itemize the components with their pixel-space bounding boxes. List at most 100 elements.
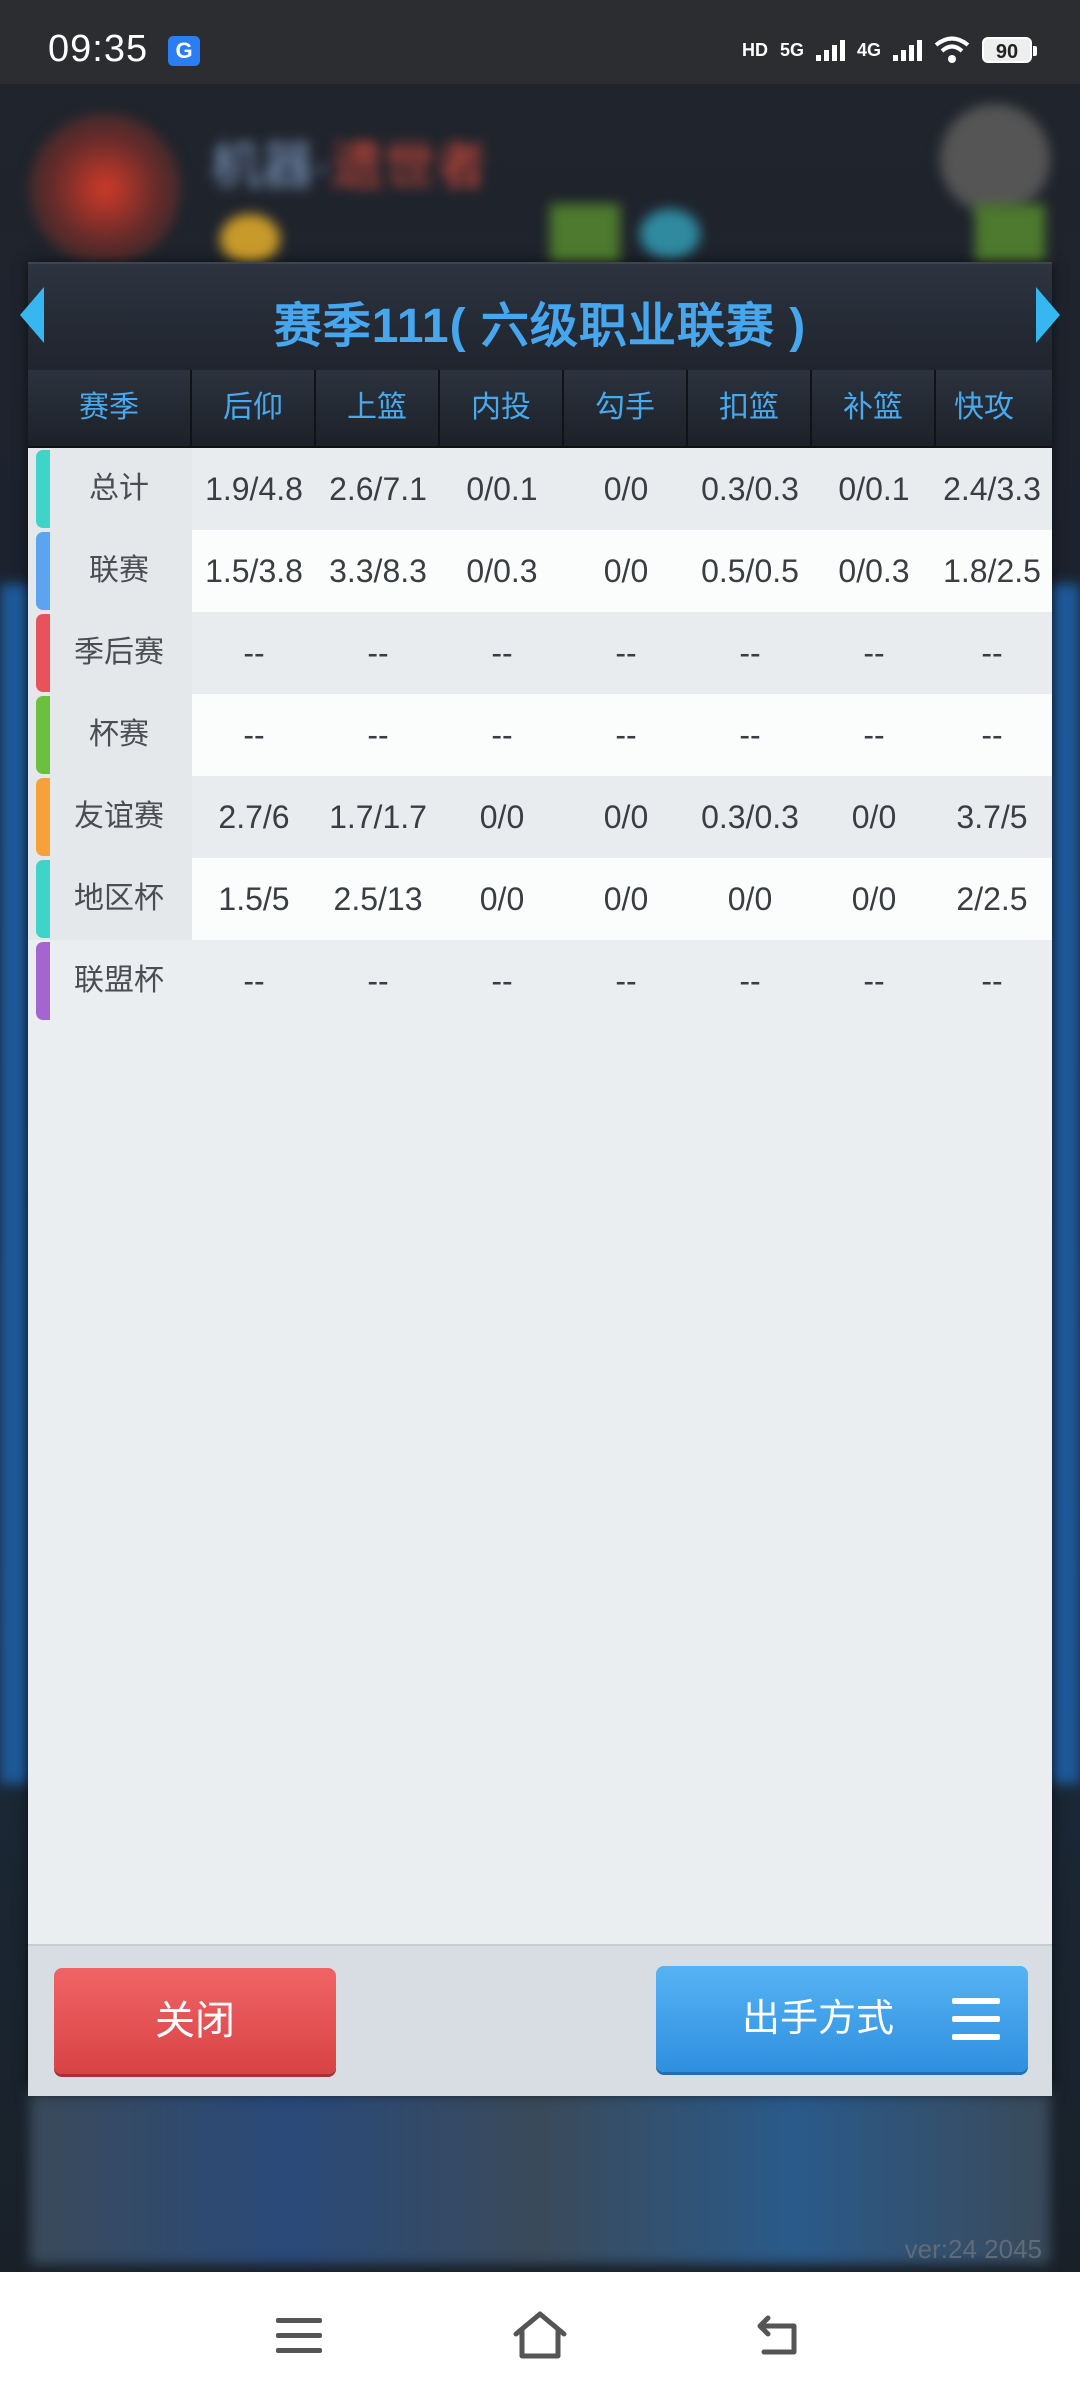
table-cell: 0/0 bbox=[851, 881, 897, 917]
team-emblem bbox=[30, 114, 180, 264]
next-season-arrow-icon[interactable] bbox=[1036, 287, 1060, 343]
table-cell: -- bbox=[243, 635, 265, 671]
table-cell: 0/0 bbox=[479, 799, 525, 835]
team-title: 机器·遗世者 bbox=[210, 124, 487, 199]
table-cell: -- bbox=[243, 717, 265, 753]
status-indicators: HD 5G 4G 90 bbox=[741, 30, 1037, 70]
hd-icon: HD bbox=[741, 39, 768, 60]
table-cell: -- bbox=[243, 963, 265, 999]
row-color-marker bbox=[36, 778, 50, 856]
bg-side-right bbox=[1050, 584, 1080, 1784]
table-cell: 2.6/7.1 bbox=[329, 471, 427, 507]
table-cell: 2/2.5 bbox=[956, 881, 1028, 917]
table-cell: -- bbox=[981, 635, 1003, 671]
table-cell: -- bbox=[739, 717, 761, 753]
row-label: 杯赛 bbox=[28, 694, 192, 776]
system-nav-bar bbox=[0, 2272, 1080, 2400]
menu-icon bbox=[952, 1998, 1000, 2040]
header-hook: 勾手 bbox=[564, 370, 688, 446]
table-cell: 2.7/6 bbox=[218, 799, 290, 835]
table-cell: 0.3/0.3 bbox=[701, 471, 799, 507]
shot-stats-table: 赛季 后仰 上篮 内投 勾手 扣篮 补篮 快攻 总计 1.9/4.8 2.6/7… bbox=[28, 370, 1052, 1022]
shot-method-label: 出手方式 bbox=[742, 1998, 895, 2040]
table-cell: -- bbox=[981, 717, 1003, 753]
table-cell: -- bbox=[615, 635, 637, 671]
table-cell: 1.7/1.7 bbox=[329, 799, 427, 835]
table-cell: -- bbox=[491, 717, 513, 753]
app-notification-icon: G bbox=[168, 36, 200, 66]
battery-icon: 90 bbox=[982, 37, 1037, 63]
row-label: 季后赛 bbox=[28, 612, 192, 694]
table-cell: 1.8/2.5 bbox=[943, 553, 1041, 589]
row-color-marker bbox=[36, 614, 50, 692]
header-putback: 补篮 bbox=[812, 370, 936, 446]
table-cell: -- bbox=[491, 635, 513, 671]
row-label: 总计 bbox=[28, 448, 192, 530]
table-row: 联赛 1.5/3.8 3.3/8.3 0/0.3 0/0 0.5/0.5 0/0… bbox=[28, 530, 1052, 612]
add-button-bg-2 bbox=[975, 204, 1045, 264]
table-cell: -- bbox=[367, 717, 389, 753]
table-cell: 0/0 bbox=[851, 799, 897, 835]
table-cell: 0/0 bbox=[603, 799, 649, 835]
header-fastbreak: 快攻 bbox=[954, 391, 1014, 424]
shot-method-button[interactable]: 出手方式 bbox=[656, 1966, 1028, 2072]
table-cell: -- bbox=[615, 717, 637, 753]
add-button-bg bbox=[550, 204, 620, 264]
table-cell: 3.7/5 bbox=[956, 799, 1028, 835]
table-cell: -- bbox=[367, 963, 389, 999]
row-color-marker bbox=[36, 450, 50, 528]
table-row: 联盟杯 -- -- -- -- -- -- -- bbox=[28, 940, 1052, 1022]
bg-side-left bbox=[0, 584, 30, 1784]
network-4g-label: 4G bbox=[856, 39, 881, 60]
table-cell: 1.5/5 bbox=[218, 881, 290, 917]
table-cell: -- bbox=[863, 635, 885, 671]
table-row: 友谊赛 2.7/6 1.7/1.7 0/0 0/0 0.3/0.3 0/0 3.… bbox=[28, 776, 1052, 858]
table-cell: 0/0 bbox=[603, 471, 649, 507]
table-row: 地区杯 1.5/5 2.5/13 0/0 0/0 0/0 0/0 2/2.5 bbox=[28, 858, 1052, 940]
team-title-name: 遗世者 bbox=[331, 138, 488, 196]
close-button[interactable]: 关闭 bbox=[54, 1968, 336, 2074]
table-cell: 0.5/0.5 bbox=[701, 553, 799, 589]
header-layup: 上篮 bbox=[316, 370, 440, 446]
table-cell: 2.4/3.3 bbox=[943, 471, 1041, 507]
prev-season-arrow-icon[interactable] bbox=[20, 287, 44, 343]
table-cell: -- bbox=[863, 717, 885, 753]
header-dunk: 扣篮 bbox=[688, 370, 812, 446]
nav-home-icon[interactable] bbox=[510, 2308, 570, 2364]
table-cell: 0/0.1 bbox=[466, 471, 538, 507]
table-row: 杯赛 -- -- -- -- -- -- -- bbox=[28, 694, 1052, 776]
gem-icon bbox=[640, 209, 700, 259]
row-label: 联赛 bbox=[28, 530, 192, 612]
team-title-prefix: 机器· bbox=[210, 138, 332, 196]
table-header: 赛季 后仰 上篮 内投 勾手 扣篮 补篮 快攻 bbox=[28, 370, 1052, 448]
table-cell: -- bbox=[739, 635, 761, 671]
table-cell: -- bbox=[981, 963, 1003, 999]
table-cell: 0/0 bbox=[727, 881, 773, 917]
table-cell: 0/0.3 bbox=[838, 553, 910, 589]
table-cell: 3.3/8.3 bbox=[329, 553, 427, 589]
header-inside: 内投 bbox=[440, 370, 564, 446]
row-color-marker bbox=[36, 942, 50, 1020]
table-cell: -- bbox=[367, 635, 389, 671]
table-cell: 1.9/4.8 bbox=[205, 471, 303, 507]
status-time: 09:35 bbox=[48, 28, 149, 70]
bottom-menu-bg bbox=[30, 2084, 1050, 2264]
header-season: 赛季 bbox=[28, 370, 192, 446]
nav-menu-icon[interactable] bbox=[276, 2318, 322, 2354]
table-cell: 0/0 bbox=[603, 881, 649, 917]
nav-back-icon[interactable] bbox=[754, 2312, 804, 2358]
table-cell: -- bbox=[615, 963, 637, 999]
stats-dialog: 赛季111( 六级职业联赛 ) 赛季 后仰 上篮 内投 勾手 扣篮 补篮 快攻 … bbox=[28, 262, 1052, 2096]
header-fadeaway: 后仰 bbox=[192, 370, 316, 446]
coin-icon bbox=[220, 214, 280, 264]
dialog-title: 赛季111( 六级职业联赛 ) bbox=[273, 300, 807, 353]
table-cell: 0/0.3 bbox=[466, 553, 538, 589]
signal-4g-icon bbox=[893, 39, 922, 61]
network-5g-label: 5G bbox=[779, 39, 804, 60]
table-cell: -- bbox=[863, 963, 885, 999]
row-label: 地区杯 bbox=[28, 858, 192, 940]
row-label: 联盟杯 bbox=[74, 964, 164, 997]
table-cell: 0.3/0.3 bbox=[701, 799, 799, 835]
table-cell: 0/0 bbox=[479, 881, 525, 917]
table-cell: 1.5/3.8 bbox=[205, 553, 303, 589]
